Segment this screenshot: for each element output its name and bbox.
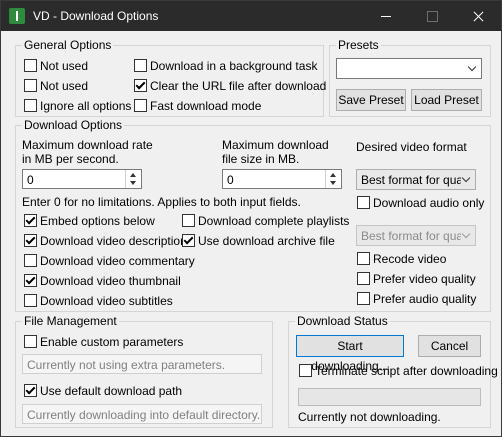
checkbox-label: Download video thumbnail [40, 274, 181, 288]
checkbox-box[interactable] [182, 234, 195, 247]
checkbox-label: Download in a background task [150, 59, 318, 73]
rate-label-line1: Maximum download rate [22, 138, 153, 152]
checkbox-box[interactable] [357, 252, 370, 265]
checkbox-box[interactable] [24, 274, 37, 287]
general-options-label: General Options [22, 38, 114, 52]
download-options-group: Download Options Maximum download rate i… [15, 118, 491, 312]
checkbox-label: Not used [40, 79, 89, 93]
cancel-button[interactable]: Cancel [418, 335, 481, 357]
arrow-up-icon[interactable] [330, 173, 336, 177]
checkbox-box[interactable] [24, 254, 37, 267]
checkbox-box[interactable] [357, 196, 370, 209]
max-rate-value: 0 [27, 173, 34, 187]
size-label-line1: Maximum download [222, 138, 329, 152]
checkbox-label: Terminate script after downloading [315, 364, 498, 378]
arrow-down-icon[interactable] [130, 181, 136, 185]
checkbox-label: Prefer audio quality [373, 292, 477, 306]
chevron-down-icon [467, 62, 477, 72]
checkbox-box[interactable] [24, 59, 37, 72]
stepper-arrows[interactable] [325, 170, 341, 188]
checkbox-label: Recode video [373, 252, 447, 266]
download-progress-bar [298, 388, 481, 406]
video-format-label: Desired video format [356, 140, 467, 154]
download-status-label: Download Status [295, 314, 390, 328]
arrow-down-icon[interactable] [330, 181, 336, 185]
download-path-placeholder: Currently downloading into default direc… [27, 408, 261, 422]
chevron-down-icon [461, 229, 471, 239]
file-management-label: File Management [22, 314, 119, 328]
checkbox-box[interactable] [24, 79, 37, 92]
app-download-icon [9, 8, 25, 24]
checkbox-label: Fast download mode [150, 99, 262, 113]
checkbox-box[interactable] [182, 214, 195, 227]
checkbox-label: Not used [40, 59, 89, 73]
checkbox-box[interactable] [357, 292, 370, 305]
checkbox-label: Clear the URL file after download [150, 79, 327, 93]
checkbox-label: Download complete playlists [198, 214, 350, 228]
custom-parameters-input[interactable]: Currently not using extra parameters. [22, 354, 262, 374]
download-status-group: Download Status Start downloading... Can… [288, 314, 498, 428]
checkbox-label: Enable custom parameters [40, 335, 184, 349]
minimize-button[interactable] [363, 1, 409, 31]
chevron-down-icon [461, 173, 471, 183]
checkbox-label: Use default download path [40, 384, 183, 398]
checkbox-box[interactable] [24, 384, 37, 397]
save-preset-button[interactable]: Save Preset [336, 89, 406, 111]
checkbox-label: Prefer video quality [373, 272, 476, 286]
start-downloading-button[interactable]: Start downloading... [296, 335, 404, 373]
limits-hint: Enter 0 for no limitations. Applies to b… [22, 195, 301, 209]
close-button[interactable] [455, 1, 501, 31]
checkbox-box[interactable] [134, 99, 147, 112]
custom-parameters-placeholder: Currently not using extra parameters. [27, 358, 226, 372]
video-format-select[interactable]: Best format for qualit [356, 169, 476, 190]
checkbox-box[interactable] [299, 364, 312, 377]
checkbox-label: Ignore all options [40, 99, 132, 113]
checkbox-label: Download audio only [373, 196, 485, 210]
audio-format-select[interactable]: Best format for qualit [356, 225, 476, 246]
file-management-group: File Management Enable custom parameters… [15, 314, 273, 428]
preset-select[interactable] [336, 58, 482, 79]
max-size-stepper[interactable]: 0 [222, 169, 342, 189]
checkbox-label: Download video description [40, 234, 187, 248]
checkbox-label: Embed options below [40, 214, 155, 228]
stepper-arrows[interactable] [125, 170, 141, 188]
checkbox-box[interactable] [24, 234, 37, 247]
presets-group: Presets Save Preset Load Preset [329, 38, 491, 117]
checkbox-box[interactable] [134, 79, 147, 92]
checkbox-label: Use download archive file [198, 234, 335, 248]
video-format-value: Best format for qualit [361, 173, 461, 187]
maximize-button[interactable] [409, 1, 455, 31]
checkbox-box[interactable] [24, 335, 37, 348]
rate-label-line2: in MB per second. [22, 152, 119, 166]
checkbox-box[interactable] [24, 214, 37, 227]
checkbox-label: Download video commentary [40, 254, 195, 268]
checkbox-label: Download video subtitles [40, 294, 173, 308]
max-rate-stepper[interactable]: 0 [22, 169, 142, 189]
checkbox-box[interactable] [134, 59, 147, 72]
window-title: VD - Download Options [33, 9, 159, 23]
audio-format-value: Best format for qualit [361, 229, 461, 243]
title-bar[interactable]: VD - Download Options [1, 1, 501, 31]
checkbox-box[interactable] [24, 294, 37, 307]
checkbox-box[interactable] [24, 99, 37, 112]
download-status-text: Currently not downloading. [298, 410, 441, 424]
checkbox-box[interactable] [357, 272, 370, 285]
download-options-label: Download Options [22, 118, 125, 132]
presets-label: Presets [336, 38, 381, 52]
size-label-line2: file size in MB. [222, 152, 300, 166]
general-options-group: General Options Not used Not used Ignore… [15, 38, 327, 117]
arrow-up-icon[interactable] [130, 173, 136, 177]
load-preset-button[interactable]: Load Preset [411, 89, 482, 111]
download-path-input[interactable]: Currently downloading into default direc… [22, 404, 262, 424]
max-size-value: 0 [227, 173, 234, 187]
download-options-window: VD - Download Options General Options No… [0, 0, 502, 437]
